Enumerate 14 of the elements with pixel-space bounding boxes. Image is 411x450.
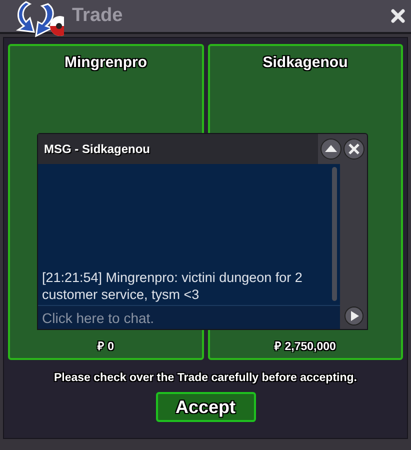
chat-message: [21:21:54] Mingrenpro: victini dungeon for 2 customer service, tysm <3 xyxy=(42,269,304,303)
up-arrow-button[interactable] xyxy=(320,138,342,160)
chat-input-field[interactable]: Click here to chat. xyxy=(38,305,340,329)
send-button[interactable] xyxy=(344,306,364,326)
money-amount: ₽ 0 xyxy=(97,340,114,355)
notice-text: Please check over the Trade carefully before accepting. xyxy=(54,371,357,386)
money-amount: ₽ 2,750,000 xyxy=(274,340,336,355)
trader-name: Sidkagenou xyxy=(262,53,348,73)
accept-button[interactable]: Accept xyxy=(156,392,256,422)
trader-name: Mingrenpro xyxy=(64,53,147,73)
close-icon[interactable] xyxy=(343,138,365,160)
chat-title: MSG - Sidkagenou xyxy=(44,141,150,158)
window-title: Trade xyxy=(72,4,124,28)
scrollbar[interactable] xyxy=(332,167,337,301)
